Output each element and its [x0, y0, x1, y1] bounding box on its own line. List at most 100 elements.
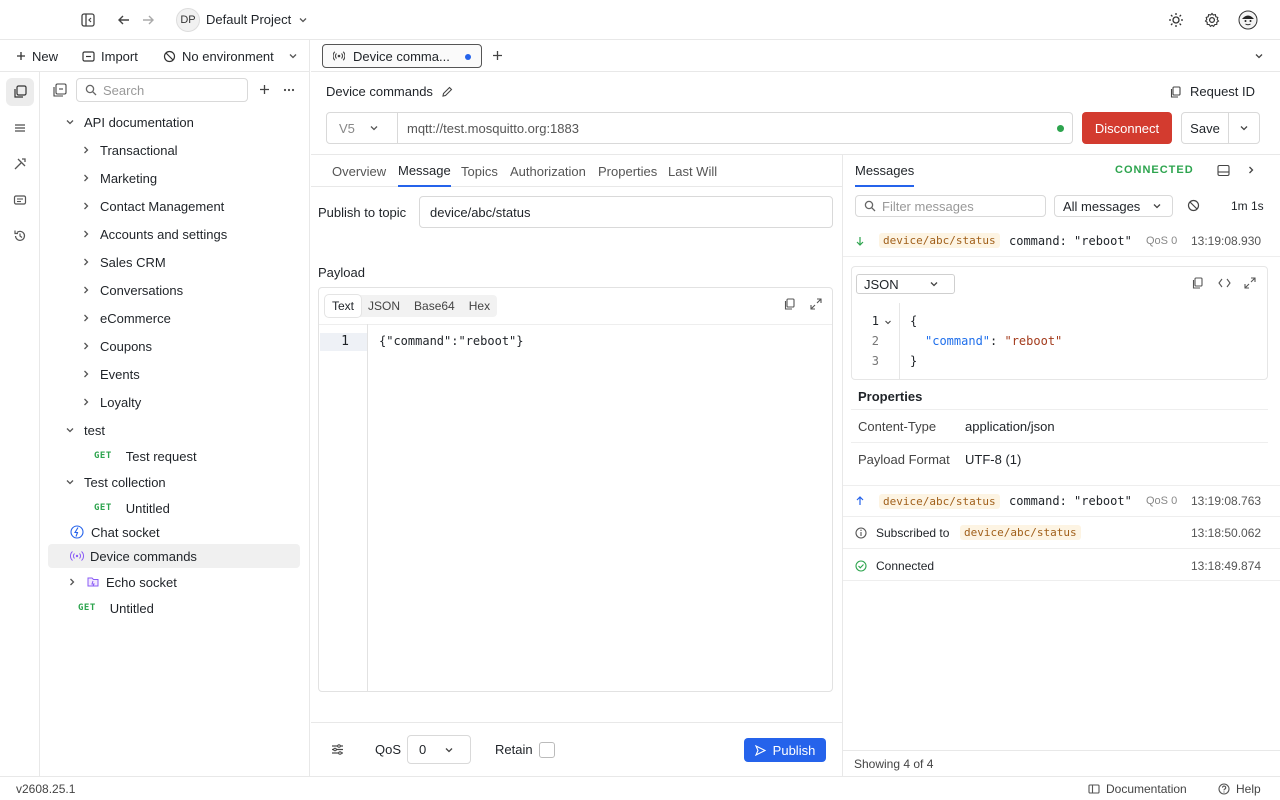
expand-icon[interactable] — [810, 298, 822, 310]
chevron-right-icon[interactable] — [80, 312, 92, 324]
subtab-topics[interactable]: Topics — [461, 155, 498, 187]
chevron-down-icon[interactable] — [64, 424, 76, 436]
message-row[interactable]: device/abc/status command: "reboot" QoS … — [843, 225, 1280, 257]
new-button[interactable]: New — [16, 40, 58, 72]
code-brackets-icon[interactable] — [1218, 277, 1231, 289]
subtab-message[interactable]: Message — [398, 155, 451, 187]
messages-filter[interactable] — [855, 195, 1046, 217]
publish-topic-input[interactable] — [419, 196, 833, 228]
save-button[interactable]: Save — [1181, 112, 1229, 144]
tree-item[interactable]: eCommerce — [48, 306, 300, 330]
chevron-right-icon[interactable] — [80, 340, 92, 352]
chevron-right-icon[interactable] — [80, 284, 92, 296]
chevron-right-icon[interactable] — [80, 396, 92, 408]
event-row[interactable]: Connected 13:18:49.874 — [843, 549, 1280, 581]
more-options-icon[interactable] — [283, 84, 295, 96]
help-link[interactable]: Help — [1218, 782, 1261, 796]
tab-messages[interactable]: Messages — [855, 155, 915, 187]
chevron-right-icon[interactable] — [80, 172, 92, 184]
retain-checkbox[interactable] — [539, 742, 555, 758]
url-field[interactable] — [397, 112, 1073, 144]
chevron-right-icon[interactable] — [80, 256, 92, 268]
subtab-last-will[interactable]: Last Will — [668, 155, 717, 187]
tree-item[interactable]: Sales CRM — [48, 250, 300, 274]
publish-button[interactable]: Publish — [744, 738, 826, 762]
detail-format-select[interactable]: JSON — [856, 274, 955, 294]
docs-rail-button[interactable] — [6, 186, 34, 214]
tree-item[interactable]: Chat socket — [48, 520, 300, 544]
sidebar-search-input[interactable] — [103, 82, 233, 98]
tree-item[interactable]: Loyalty — [48, 390, 300, 414]
tree-item[interactable]: Marketing — [48, 166, 300, 190]
disconnect-button[interactable]: Disconnect — [1082, 112, 1172, 144]
tree-item[interactable]: Coupons — [48, 334, 300, 358]
chevron-down-icon[interactable] — [64, 476, 76, 488]
chevron-down-icon[interactable] — [64, 116, 76, 128]
fold-chevron-icon[interactable] — [884, 318, 892, 326]
user-avatar-icon[interactable] — [1238, 10, 1258, 30]
editor-tab-text[interactable]: Text — [325, 295, 362, 317]
environments-rail-button[interactable] — [6, 114, 34, 142]
chevron-right-icon[interactable] — [80, 144, 92, 156]
chevron-right-icon[interactable] — [80, 368, 92, 380]
tree-item[interactable]: Test collection — [48, 470, 300, 494]
clear-messages-icon[interactable] — [1187, 199, 1200, 212]
panel-layout-icon[interactable] — [1217, 164, 1230, 177]
sidebar-toggle-icon[interactable] — [81, 13, 95, 27]
theme-sun-icon[interactable] — [1168, 12, 1184, 28]
chevron-right-icon[interactable] — [1246, 165, 1256, 175]
chevron-right-icon[interactable] — [80, 228, 92, 240]
copy-icon[interactable] — [784, 298, 796, 310]
subtab-authorization[interactable]: Authorization — [510, 155, 586, 187]
url-input[interactable] — [407, 120, 1007, 136]
tree-item[interactable]: Device commands — [48, 544, 300, 568]
tab-device-commands[interactable]: Device comma... — [322, 44, 482, 68]
back-arrow-icon[interactable] — [117, 13, 131, 27]
tree-item[interactable]: API documentation — [48, 110, 300, 134]
qos-select[interactable]: 0 — [407, 735, 471, 764]
sidebar-search[interactable] — [76, 78, 248, 102]
tree-item[interactable]: Transactional — [48, 138, 300, 162]
tree-item[interactable]: Echo socket — [48, 570, 300, 594]
subtab-overview[interactable]: Overview — [332, 155, 386, 187]
settings-gear-icon[interactable] — [1204, 12, 1220, 28]
chevron-right-icon[interactable] — [80, 200, 92, 212]
environment-selector[interactable]: No environment — [163, 40, 298, 72]
copy-icon[interactable] — [1192, 277, 1204, 289]
project-avatar[interactable]: DP — [176, 8, 200, 32]
chevron-down-icon[interactable] — [298, 15, 308, 25]
history-rail-button[interactable] — [6, 222, 34, 250]
sliders-icon[interactable] — [331, 743, 344, 756]
editor-tab-json[interactable]: JSON — [361, 295, 407, 317]
editor-tab-base64[interactable]: Base64 — [407, 295, 462, 317]
tree-item[interactable]: Conversations — [48, 278, 300, 302]
payload-code[interactable]: {"command":"reboot"} — [379, 334, 524, 348]
tree-item[interactable]: GET Untitled — [48, 596, 300, 620]
subtab-properties[interactable]: Properties — [598, 155, 657, 187]
tree-item[interactable]: test — [48, 418, 300, 442]
edit-pencil-icon[interactable] — [441, 86, 453, 98]
expand-icon[interactable] — [1244, 277, 1256, 289]
documentation-link[interactable]: Documentation — [1088, 782, 1187, 796]
save-menu-button[interactable] — [1228, 112, 1260, 144]
tree-item[interactable]: GET Untitled — [48, 496, 300, 520]
collections-rail-button[interactable] — [6, 78, 34, 106]
event-row[interactable]: Subscribed to device/abc/status 13:18:50… — [843, 517, 1280, 549]
tools-rail-button[interactable] — [6, 150, 34, 178]
import-button[interactable]: Import — [82, 40, 138, 72]
tree-item[interactable]: Events — [48, 362, 300, 386]
project-name[interactable]: Default Project — [206, 12, 291, 27]
tabs-dropdown-chevron-icon[interactable] — [1254, 51, 1264, 61]
tree-item[interactable]: Accounts and settings — [48, 222, 300, 246]
forward-arrow-icon[interactable] — [141, 13, 155, 27]
request-id-button[interactable]: Request ID — [1170, 84, 1255, 99]
tree-item[interactable]: Contact Management — [48, 194, 300, 218]
collapse-all-icon[interactable] — [53, 83, 67, 97]
tree-item[interactable]: GET Test request — [48, 444, 300, 468]
messages-filter-input[interactable] — [882, 198, 1042, 214]
chevron-right-icon[interactable] — [66, 576, 78, 588]
editor-tab-hex[interactable]: Hex — [462, 295, 497, 317]
message-row[interactable]: device/abc/status command: "reboot" QoS … — [843, 485, 1280, 517]
messages-type-select[interactable]: All messages — [1054, 195, 1173, 217]
add-plus-icon[interactable] — [259, 84, 270, 95]
